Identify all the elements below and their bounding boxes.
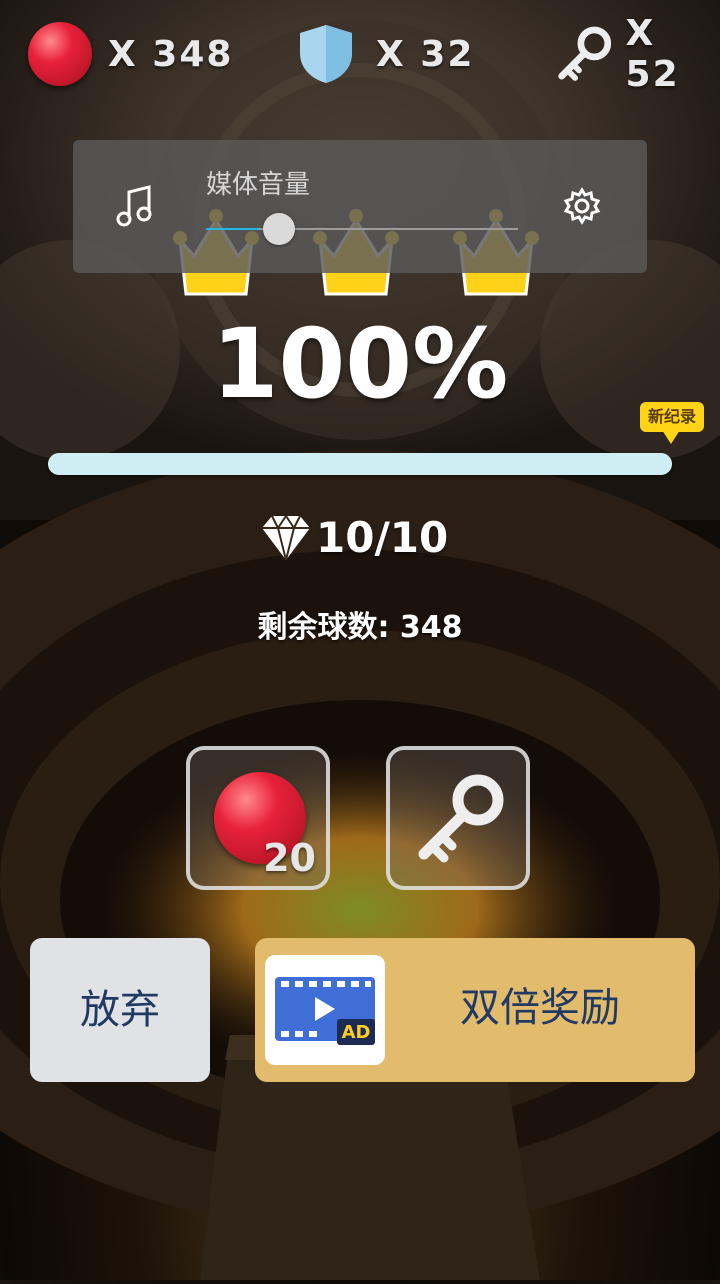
red-ball-icon bbox=[28, 22, 92, 86]
key-icon bbox=[418, 774, 504, 863]
hud-balls: X 348 bbox=[28, 22, 233, 86]
give-up-button[interactable]: 放弃 bbox=[30, 938, 210, 1082]
volume-slider-knob[interactable] bbox=[263, 213, 296, 245]
video-ad-icon: AD bbox=[265, 955, 385, 1065]
diamond-icon bbox=[262, 515, 310, 561]
volume-slider-fill bbox=[206, 228, 260, 230]
volume-slider[interactable] bbox=[206, 213, 518, 245]
music-note-icon bbox=[116, 185, 152, 227]
film-strip-icon: AD bbox=[275, 977, 375, 1045]
hud-keys-count: X 52 bbox=[625, 13, 680, 95]
hud-shields: X 32 bbox=[296, 22, 474, 86]
ad-label: AD bbox=[342, 1022, 371, 1043]
completion-percent: 100% bbox=[211, 308, 509, 420]
volume-label: 媒体音量 bbox=[206, 170, 311, 200]
gems-count: 10/10 bbox=[316, 512, 449, 562]
media-volume-panel: 媒体音量 bbox=[73, 140, 647, 273]
hud-balls-count: X 348 bbox=[108, 33, 234, 75]
level-progress-bar bbox=[48, 453, 672, 475]
gear-icon[interactable] bbox=[563, 187, 601, 225]
hud-keys: X 52 bbox=[554, 13, 720, 95]
double-reward-label: 双倍奖励 bbox=[460, 985, 620, 1031]
remaining-balls: 剩余球数: 348 bbox=[257, 610, 463, 645]
shield-icon bbox=[300, 25, 352, 83]
reward-ball-count: 20 bbox=[263, 836, 316, 880]
reward-slot-ball[interactable]: 20 bbox=[186, 746, 330, 890]
reward-slot-key[interactable] bbox=[386, 746, 530, 890]
level-progress-fill bbox=[48, 453, 672, 475]
gems-counter: 10/10 bbox=[260, 512, 448, 562]
double-reward-button[interactable]: AD 双倍奖励 bbox=[255, 938, 695, 1082]
hud-shields-count: X 32 bbox=[376, 33, 475, 75]
new-record-badge: 新纪录 bbox=[640, 402, 704, 444]
key-icon bbox=[558, 26, 612, 81]
